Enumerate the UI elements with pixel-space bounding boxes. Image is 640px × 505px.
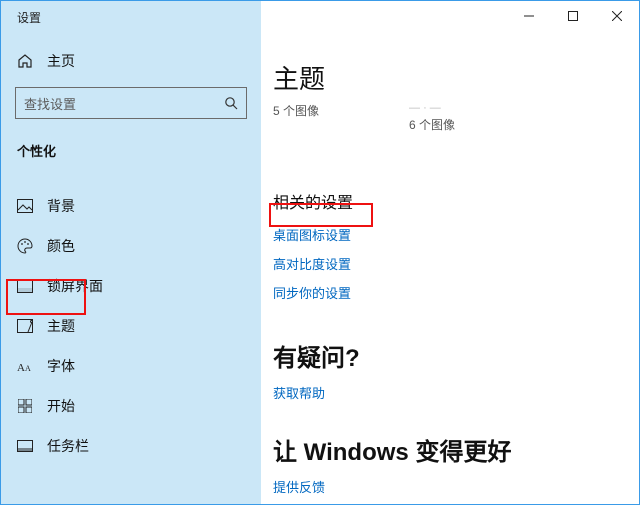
link-high-contrast[interactable]: 高对比度设置: [273, 254, 615, 273]
link-get-help[interactable]: 获取帮助: [273, 383, 615, 402]
start-icon: [17, 399, 33, 413]
thumb-caption: 5 个图像: [273, 102, 319, 119]
theme-icon: [17, 319, 33, 333]
link-feedback[interactable]: 提供反馈: [273, 477, 615, 496]
sidebar-nav: 背景 颜色 锁屏界面 主题 AA 字体: [1, 186, 261, 466]
sidebar-item-label: 锁屏界面: [47, 276, 103, 296]
link-sync-settings[interactable]: 同步你的设置: [273, 283, 615, 302]
page-title: 主题: [273, 59, 615, 96]
search-placeholder: 查找设置: [24, 94, 76, 113]
link-desktop-icons[interactable]: 桌面图标设置: [273, 225, 615, 244]
related-settings-section: 相关的设置 桌面图标设置 高对比度设置 同步你的设置: [273, 189, 615, 302]
search-input[interactable]: 查找设置: [15, 87, 247, 119]
related-settings-heading: 相关的设置: [273, 189, 615, 213]
content-pane: 主题 5 个图像 — · — 6 个图像 相关的设置 桌面图标设置 高对比度设置…: [261, 33, 639, 504]
sidebar-item-background[interactable]: 背景: [1, 186, 261, 226]
thumb-caption: 6 个图像: [409, 116, 455, 133]
help-heading: 有疑问?: [273, 338, 615, 373]
palette-icon: [17, 238, 33, 254]
sidebar-item-colors[interactable]: 颜色: [1, 226, 261, 266]
sidebar-item-label: 背景: [47, 196, 75, 216]
sidebar-item-start[interactable]: 开始: [1, 386, 261, 426]
maximize-button[interactable]: [551, 1, 595, 31]
theme-thumb-2[interactable]: — · — 6 个图像: [409, 102, 455, 133]
settings-window: 设置 主页 查找设置: [0, 0, 640, 505]
sidebar-item-fonts[interactable]: AA 字体: [1, 346, 261, 386]
sidebar-item-label: 主题: [47, 316, 75, 336]
sidebar-home-label: 主页: [47, 51, 75, 71]
sidebar-home[interactable]: 主页: [1, 41, 261, 81]
theme-thumb-1[interactable]: 5 个图像: [273, 102, 319, 133]
sidebar-section-label: 个性化: [1, 129, 261, 168]
feedback-heading: 让 Windows 变得更好: [273, 432, 615, 467]
font-icon: AA: [17, 359, 33, 373]
lockscreen-icon: [17, 279, 33, 293]
titlebar: 设置: [1, 1, 639, 33]
sidebar-item-label: 任务栏: [47, 436, 89, 456]
taskbar-icon: [17, 440, 33, 452]
home-icon: [17, 53, 33, 69]
theme-thumbs: 5 个图像 — · — 6 个图像: [273, 102, 615, 133]
close-button[interactable]: [595, 1, 639, 31]
window-title: 设置: [1, 9, 41, 26]
sidebar: 主页 查找设置 个性化 背景 颜色: [1, 33, 261, 504]
sidebar-item-label: 开始: [47, 396, 75, 416]
maximize-icon: [568, 11, 578, 21]
sidebar-item-lockscreen[interactable]: 锁屏界面: [1, 266, 261, 306]
search-icon: [224, 96, 238, 110]
minimize-button[interactable]: [507, 1, 551, 31]
sidebar-item-label: 颜色: [47, 236, 75, 256]
sidebar-item-label: 字体: [47, 356, 75, 376]
window-controls: [507, 1, 639, 31]
close-icon: [612, 11, 622, 21]
sidebar-item-taskbar[interactable]: 任务栏: [1, 426, 261, 466]
help-section: 有疑问? 获取帮助: [273, 338, 615, 402]
picture-icon: [17, 199, 33, 213]
feedback-section: 让 Windows 变得更好 提供反馈: [273, 432, 615, 496]
svg-text:A: A: [17, 362, 25, 373]
thumb-faded: — · —: [409, 102, 455, 114]
minimize-icon: [524, 11, 534, 21]
svg-text:A: A: [25, 364, 31, 373]
sidebar-item-themes[interactable]: 主题: [1, 306, 261, 346]
